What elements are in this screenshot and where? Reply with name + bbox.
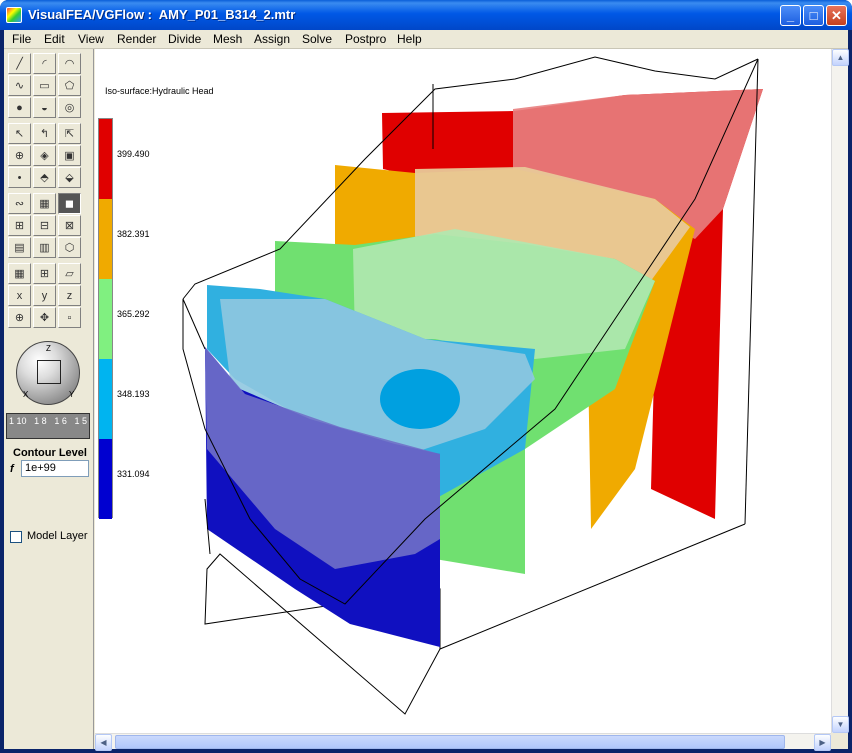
- minimize-button[interactable]: _: [780, 5, 801, 26]
- iso-surface-render: [182, 56, 763, 715]
- menu-assign[interactable]: Assign: [254, 32, 290, 46]
- dome-tool-icon[interactable]: ◒: [33, 97, 56, 118]
- legend-value: 382.391: [117, 229, 150, 239]
- scroll-up-icon[interactable]: ▲: [832, 49, 849, 66]
- left-toolbar: ╱ ◜ ◠ ∿ ▭ ⬠ ● ◒ ◎ ↖ ↰ ⇱ ⊕ ◈ ▣ • ⬘ ⬙ ∾ ▦ …: [4, 49, 94, 749]
- mesh-y-icon[interactable]: y: [33, 285, 56, 306]
- legend-swatch-331: [99, 439, 112, 519]
- close-button[interactable]: ✕: [826, 5, 847, 26]
- mesh-z-icon[interactable]: z: [58, 285, 81, 306]
- slider-tick: 1 6: [54, 416, 67, 426]
- mesh-layer-icon[interactable]: ▱: [58, 263, 81, 284]
- navigator-y-label: Y: [69, 390, 75, 399]
- select-region-icon[interactable]: ⊕: [8, 145, 31, 166]
- scroll-left-icon[interactable]: ◀: [95, 734, 112, 751]
- select-face-icon[interactable]: ◈: [33, 145, 56, 166]
- menu-solve[interactable]: Solve: [302, 32, 332, 46]
- sphere-tool-icon[interactable]: ●: [8, 97, 31, 118]
- legend-swatch-382: [99, 199, 112, 279]
- grid-rotate-icon[interactable]: ⊠: [58, 215, 81, 236]
- mesh-x-icon[interactable]: x: [8, 285, 31, 306]
- legend-value: 365.292: [117, 309, 150, 319]
- select-node-icon[interactable]: •: [8, 167, 31, 188]
- legend-swatch-348: [99, 359, 112, 439]
- spline-tool-icon[interactable]: ∿: [8, 75, 31, 96]
- menu-help[interactable]: Help: [397, 32, 422, 46]
- mesh-refine-icon[interactable]: ⊞: [33, 263, 56, 284]
- legend-value: 399.490: [117, 149, 150, 159]
- scroll-right-icon[interactable]: ▶: [814, 734, 831, 751]
- menu-file[interactable]: File: [12, 32, 31, 46]
- render-mode-icon[interactable]: ◼: [58, 193, 81, 214]
- select-edge-icon[interactable]: ⬙: [58, 167, 81, 188]
- legend-swatch-365: [99, 279, 112, 359]
- scroll-down-icon[interactable]: ▼: [832, 716, 849, 733]
- select-surface-icon[interactable]: ⇱: [58, 123, 81, 144]
- model-layer-label: Model Layer: [27, 530, 88, 542]
- horizontal-scroll-thumb[interactable]: [115, 735, 785, 749]
- menu-mesh[interactable]: Mesh: [213, 32, 242, 46]
- 3d-viewport[interactable]: Iso-surface:Hydraulic Head 399.490 382.3…: [95, 49, 831, 733]
- navigator-x-label: X: [23, 390, 29, 399]
- contour-level-input[interactable]: 1e+99: [21, 460, 89, 477]
- menu-render[interactable]: Render: [117, 32, 156, 46]
- menu-postpro[interactable]: Postpro: [345, 32, 386, 46]
- legend-value: 348.193: [117, 389, 150, 399]
- vertical-scrollbar[interactable]: ▲ ▼: [831, 49, 849, 733]
- legend-swatch-399: [99, 119, 112, 199]
- surface-mesh-icon[interactable]: ▦: [33, 193, 56, 214]
- menu-edit[interactable]: Edit: [44, 32, 65, 46]
- select-solid-icon[interactable]: ▣: [58, 145, 81, 166]
- line-tool-icon[interactable]: ╱: [8, 53, 31, 74]
- block-shape-icon[interactable]: ⬡: [58, 237, 81, 258]
- block-grid-icon[interactable]: ▤: [8, 237, 31, 258]
- torus-tool-icon[interactable]: ◎: [58, 97, 81, 118]
- grid-split-icon[interactable]: ⊟: [33, 215, 56, 236]
- zoom-icon[interactable]: ⊕: [8, 307, 31, 328]
- app-window: VisualFEA/VGFlow : AMY_P01_B314_2.mtr _ …: [0, 0, 852, 753]
- circle-arc-tool-icon[interactable]: ◠: [58, 53, 81, 74]
- contour-f-label: f: [10, 463, 14, 475]
- arc-tool-icon[interactable]: ◜: [33, 53, 56, 74]
- slider-tick: 1 5: [74, 416, 87, 426]
- app-icon[interactable]: [6, 7, 22, 23]
- zoom-slider[interactable]: 1 10 1 8 1 6 1 5: [6, 413, 90, 439]
- view-cube-icon: [37, 360, 61, 384]
- slider-tick: 1 8: [34, 416, 47, 426]
- fit-icon[interactable]: ▫: [58, 307, 81, 328]
- slider-tick: 1 10: [9, 416, 27, 426]
- select-tool-icon[interactable]: ↖: [8, 123, 31, 144]
- navigator-z-label: Z: [46, 344, 51, 353]
- select-curve-icon[interactable]: ↰: [33, 123, 56, 144]
- model-layer-checkbox[interactable]: [10, 531, 22, 543]
- iso-surface-title: Iso-surface:Hydraulic Head: [105, 86, 214, 96]
- polygon-tool-icon[interactable]: ⬠: [58, 75, 81, 96]
- view-navigator[interactable]: Z X Y: [16, 341, 80, 405]
- title-bar[interactable]: VisualFEA/VGFlow : AMY_P01_B314_2.mtr _ …: [0, 0, 852, 30]
- legend-value: 331.094: [117, 469, 150, 479]
- contour-level-label: Contour Level: [13, 447, 87, 459]
- horizontal-scrollbar[interactable]: ◀ ▶: [95, 733, 831, 751]
- block-grid-2-icon[interactable]: ▥: [33, 237, 56, 258]
- mesh-grid-icon[interactable]: ▦: [8, 263, 31, 284]
- rectangle-tool-icon[interactable]: ▭: [33, 75, 56, 96]
- select-element-icon[interactable]: ⬘: [33, 167, 56, 188]
- curve-mesh-icon[interactable]: ∾: [8, 193, 31, 214]
- color-legend: [98, 118, 113, 519]
- menu-bar: File Edit View Render Divide Mesh Assign…: [4, 30, 848, 49]
- maximize-button[interactable]: □: [803, 5, 824, 26]
- grid-move-icon[interactable]: ⊞: [8, 215, 31, 236]
- client-area: ╱ ◜ ◠ ∿ ▭ ⬠ ● ◒ ◎ ↖ ↰ ⇱ ⊕ ◈ ▣ • ⬘ ⬙ ∾ ▦ …: [4, 49, 849, 751]
- window-title: VisualFEA/VGFlow : AMY_P01_B314_2.mtr: [28, 7, 296, 22]
- pan-icon[interactable]: ✥: [33, 307, 56, 328]
- menu-divide[interactable]: Divide: [168, 32, 201, 46]
- menu-view[interactable]: View: [78, 32, 104, 46]
